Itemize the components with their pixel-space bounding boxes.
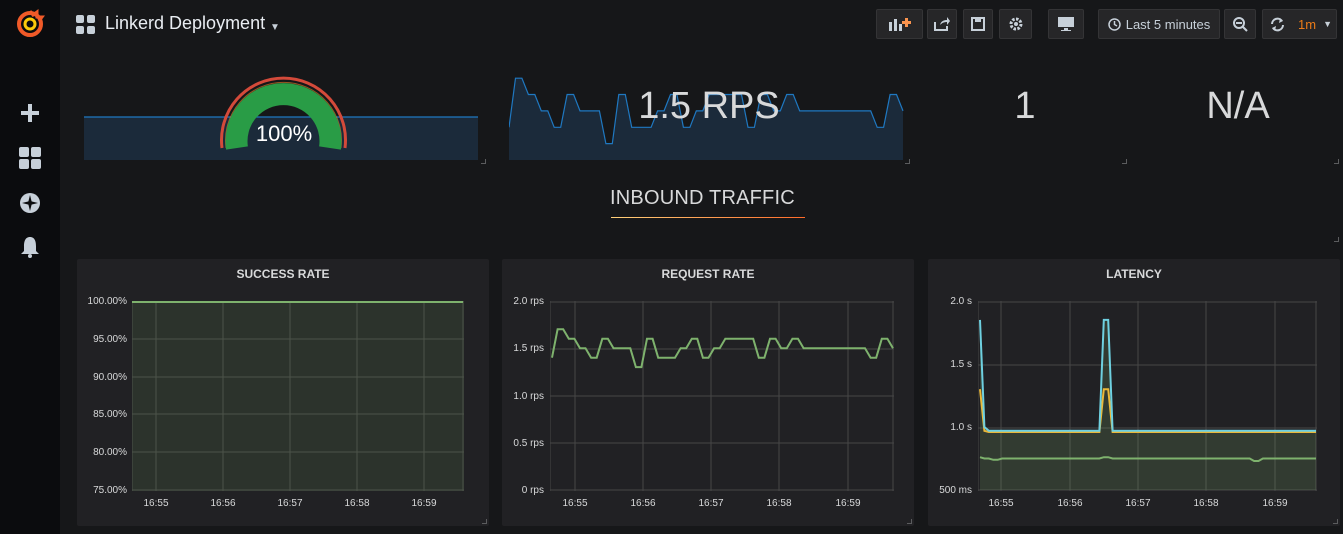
count-value: 1 [1014,85,1036,127]
success-rate-graph [132,301,464,491]
alerting-bell-icon[interactable] [0,229,60,265]
resize-handle[interactable] [905,159,910,164]
grafana-logo-icon[interactable] [0,6,60,42]
x-tick-label: 16:55 [562,498,588,509]
resize-handle[interactable] [1333,519,1338,524]
rps-stat-panel[interactable]: 1.5 RPS [508,60,910,164]
share-icon [934,17,950,31]
explore-icon[interactable] [0,185,60,221]
request-rate-graph [550,301,894,491]
x-tick-label: 16:58 [344,498,370,509]
panel-title[interactable]: SUCCESS RATE [77,267,489,281]
y-tick-label: 75.00% [93,485,127,496]
x-tick-label: 16:56 [210,498,236,509]
resize-handle[interactable] [1122,159,1127,164]
x-tick-label: 16:59 [835,498,861,509]
y-tick-label: 100.00% [87,296,127,307]
resize-handle[interactable] [482,519,487,524]
time-range-label: Last 5 minutes [1125,16,1211,32]
x-tick-label: 16:59 [1262,498,1288,509]
x-tick-label: 16:56 [630,498,656,509]
x-tick-label: 16:59 [411,498,437,509]
x-tick-label: 16:55 [143,498,169,509]
x-tick-label: 16:57 [698,498,724,509]
row-title-underline [611,217,805,218]
rps-value: 1.5 RPS [638,85,780,127]
panel-title[interactable]: LATENCY [928,267,1340,281]
latency-graph [978,301,1317,491]
y-tick-label: 85.00% [93,409,127,420]
x-tick-label: 16:55 [988,498,1014,509]
y-tick-label: 1.0 s [950,422,972,433]
y-tick-label: 1.0 rps [513,391,544,402]
dashboard-area: Linkerd Deployment ▼ Last 5 minutes 1m ▼ [60,0,1343,534]
x-tick-label: 16:56 [1057,498,1083,509]
save-button[interactable] [963,9,993,39]
y-tick-label: 1.5 rps [513,343,544,354]
y-tick-label: 90.00% [93,372,127,383]
settings-button[interactable] [999,9,1032,39]
x-tick-label: 16:58 [1193,498,1219,509]
resize-handle[interactable] [1334,237,1339,242]
y-tick-label: 0 rps [521,485,544,496]
time-range-picker[interactable]: Last 5 minutes [1098,9,1220,39]
resize-handle[interactable] [481,159,486,164]
refresh-interval-label: 1m [1298,16,1317,32]
refresh-picker[interactable]: 1m ▼ [1262,9,1337,39]
gauge-value: 100% [255,121,313,146]
dashboard-title[interactable]: Linkerd Deployment [105,13,265,34]
y-tick-label: 2.0 s [950,296,972,307]
resize-handle[interactable] [1334,159,1339,164]
dashboard-grid-icon [76,15,95,34]
x-tick-label: 16:57 [1125,498,1151,509]
refresh-caret-icon: ▼ [1323,19,1332,29]
x-tick-label: 16:58 [766,498,792,509]
y-tick-label: 500 ms [939,485,972,496]
na-value: N/A [1206,85,1270,127]
gear-icon [1009,17,1022,31]
y-tick-label: 95.00% [93,334,127,345]
plus-icon[interactable] [0,95,60,131]
add-panel-icon [888,18,911,31]
add-panel-button[interactable] [876,9,923,39]
share-button[interactable] [927,9,957,39]
y-tick-label: 1.5 s [950,359,972,370]
panel-title[interactable]: REQUEST RATE [502,267,914,281]
tv-mode-button[interactable] [1048,9,1084,39]
side-menu [0,0,60,534]
monitor-icon [1058,17,1074,31]
save-icon [971,17,985,31]
na-stat-panel[interactable]: N/A [1137,60,1339,164]
y-tick-label: 2.0 rps [513,296,544,307]
y-tick-label: 80.00% [93,447,127,458]
zoom-out-button[interactable] [1224,9,1256,39]
zoom-out-icon [1232,16,1248,32]
resize-handle[interactable] [907,519,912,524]
navbar: Linkerd Deployment ▼ Last 5 minutes 1m ▼ [60,0,1343,50]
request-rate-panel[interactable]: REQUEST RATE 2.0 rps 1.5 rps 1.0 rps 0.5… [502,259,914,526]
row-title[interactable]: INBOUND TRAFFIC [610,187,795,210]
dashboards-icon[interactable] [0,140,60,176]
x-tick-label: 16:57 [277,498,303,509]
latency-panel[interactable]: LATENCY 2.0 s 1.5 s 1.0 s 500 ms 16:55 1… [928,259,1340,526]
gauge-stat-panel[interactable]: 100% [82,60,486,164]
clock-icon [1107,17,1121,31]
y-tick-label: 0.5 rps [513,438,544,449]
gauge-dial [220,76,347,150]
count-stat-panel[interactable]: 1 [923,60,1127,164]
caret-down-icon[interactable]: ▼ [270,22,280,33]
refresh-icon [1271,17,1284,31]
success-rate-panel[interactable]: SUCCESS RATE 100.00% 95.00% 90.00% 85.00… [77,259,489,526]
